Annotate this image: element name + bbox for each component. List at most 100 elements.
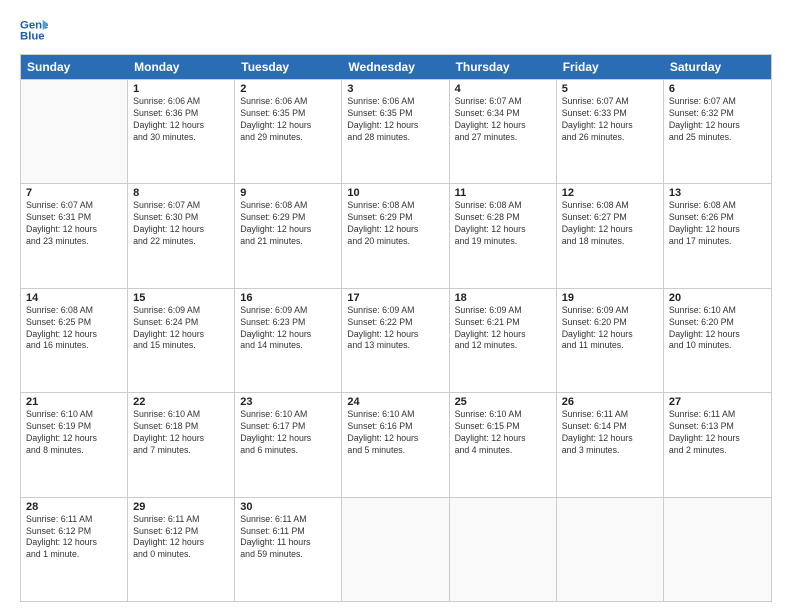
calendar-cell — [664, 498, 771, 601]
cell-info: Sunrise: 6:08 AM Sunset: 6:26 PM Dayligh… — [669, 200, 766, 248]
calendar-cell: 6Sunrise: 6:07 AM Sunset: 6:32 PM Daylig… — [664, 80, 771, 183]
calendar-cell: 4Sunrise: 6:07 AM Sunset: 6:34 PM Daylig… — [450, 80, 557, 183]
cell-info: Sunrise: 6:07 AM Sunset: 6:34 PM Dayligh… — [455, 96, 551, 144]
cell-date: 6 — [669, 83, 766, 95]
cell-date: 28 — [26, 501, 122, 513]
cell-info: Sunrise: 6:09 AM Sunset: 6:21 PM Dayligh… — [455, 305, 551, 353]
calendar-cell — [342, 498, 449, 601]
calendar-cell: 5Sunrise: 6:07 AM Sunset: 6:33 PM Daylig… — [557, 80, 664, 183]
cell-info: Sunrise: 6:10 AM Sunset: 6:20 PM Dayligh… — [669, 305, 766, 353]
calendar-row: 21Sunrise: 6:10 AM Sunset: 6:19 PM Dayli… — [21, 392, 771, 496]
cell-info: Sunrise: 6:07 AM Sunset: 6:31 PM Dayligh… — [26, 200, 122, 248]
calendar-cell: 2Sunrise: 6:06 AM Sunset: 6:35 PM Daylig… — [235, 80, 342, 183]
calendar-cell: 21Sunrise: 6:10 AM Sunset: 6:19 PM Dayli… — [21, 393, 128, 496]
cell-date: 24 — [347, 396, 443, 408]
cell-date: 19 — [562, 292, 658, 304]
logo: General Blue — [20, 16, 48, 44]
calendar-cell: 7Sunrise: 6:07 AM Sunset: 6:31 PM Daylig… — [21, 184, 128, 287]
header-day: Monday — [128, 55, 235, 79]
calendar-cell: 22Sunrise: 6:10 AM Sunset: 6:18 PM Dayli… — [128, 393, 235, 496]
cell-date: 9 — [240, 187, 336, 199]
calendar-cell: 1Sunrise: 6:06 AM Sunset: 6:36 PM Daylig… — [128, 80, 235, 183]
calendar-row: 28Sunrise: 6:11 AM Sunset: 6:12 PM Dayli… — [21, 497, 771, 601]
calendar-cell — [450, 498, 557, 601]
calendar-row: 7Sunrise: 6:07 AM Sunset: 6:31 PM Daylig… — [21, 183, 771, 287]
calendar-cell: 26Sunrise: 6:11 AM Sunset: 6:14 PM Dayli… — [557, 393, 664, 496]
calendar-cell: 3Sunrise: 6:06 AM Sunset: 6:35 PM Daylig… — [342, 80, 449, 183]
cell-date: 17 — [347, 292, 443, 304]
cell-info: Sunrise: 6:11 AM Sunset: 6:12 PM Dayligh… — [133, 514, 229, 562]
calendar-cell: 25Sunrise: 6:10 AM Sunset: 6:15 PM Dayli… — [450, 393, 557, 496]
cell-info: Sunrise: 6:06 AM Sunset: 6:35 PM Dayligh… — [347, 96, 443, 144]
cell-date: 18 — [455, 292, 551, 304]
calendar-header: SundayMondayTuesdayWednesdayThursdayFrid… — [21, 55, 771, 79]
calendar-row: 14Sunrise: 6:08 AM Sunset: 6:25 PM Dayli… — [21, 288, 771, 392]
calendar-cell: 23Sunrise: 6:10 AM Sunset: 6:17 PM Dayli… — [235, 393, 342, 496]
cell-date: 13 — [669, 187, 766, 199]
cell-date: 12 — [562, 187, 658, 199]
cell-info: Sunrise: 6:10 AM Sunset: 6:15 PM Dayligh… — [455, 409, 551, 457]
cell-info: Sunrise: 6:08 AM Sunset: 6:29 PM Dayligh… — [240, 200, 336, 248]
cell-date: 27 — [669, 396, 766, 408]
cell-date: 1 — [133, 83, 229, 95]
calendar-cell: 20Sunrise: 6:10 AM Sunset: 6:20 PM Dayli… — [664, 289, 771, 392]
cell-date: 5 — [562, 83, 658, 95]
cell-info: Sunrise: 6:09 AM Sunset: 6:23 PM Dayligh… — [240, 305, 336, 353]
header-day: Thursday — [450, 55, 557, 79]
cell-date: 16 — [240, 292, 336, 304]
calendar-cell: 24Sunrise: 6:10 AM Sunset: 6:16 PM Dayli… — [342, 393, 449, 496]
calendar-cell: 27Sunrise: 6:11 AM Sunset: 6:13 PM Dayli… — [664, 393, 771, 496]
cell-info: Sunrise: 6:11 AM Sunset: 6:11 PM Dayligh… — [240, 514, 336, 562]
calendar-cell: 18Sunrise: 6:09 AM Sunset: 6:21 PM Dayli… — [450, 289, 557, 392]
cell-date: 15 — [133, 292, 229, 304]
calendar-cell: 13Sunrise: 6:08 AM Sunset: 6:26 PM Dayli… — [664, 184, 771, 287]
cell-date: 10 — [347, 187, 443, 199]
cell-info: Sunrise: 6:11 AM Sunset: 6:12 PM Dayligh… — [26, 514, 122, 562]
cell-info: Sunrise: 6:10 AM Sunset: 6:18 PM Dayligh… — [133, 409, 229, 457]
cell-info: Sunrise: 6:10 AM Sunset: 6:17 PM Dayligh… — [240, 409, 336, 457]
cell-info: Sunrise: 6:06 AM Sunset: 6:36 PM Dayligh… — [133, 96, 229, 144]
cell-info: Sunrise: 6:10 AM Sunset: 6:19 PM Dayligh… — [26, 409, 122, 457]
calendar-cell — [557, 498, 664, 601]
cell-info: Sunrise: 6:08 AM Sunset: 6:28 PM Dayligh… — [455, 200, 551, 248]
cell-date: 3 — [347, 83, 443, 95]
calendar-cell: 30Sunrise: 6:11 AM Sunset: 6:11 PM Dayli… — [235, 498, 342, 601]
header-day: Wednesday — [342, 55, 449, 79]
cell-date: 29 — [133, 501, 229, 513]
cell-date: 23 — [240, 396, 336, 408]
cell-info: Sunrise: 6:11 AM Sunset: 6:13 PM Dayligh… — [669, 409, 766, 457]
calendar-cell: 10Sunrise: 6:08 AM Sunset: 6:29 PM Dayli… — [342, 184, 449, 287]
cell-date: 14 — [26, 292, 122, 304]
cell-info: Sunrise: 6:09 AM Sunset: 6:24 PM Dayligh… — [133, 305, 229, 353]
header-day: Friday — [557, 55, 664, 79]
calendar-body: 1Sunrise: 6:06 AM Sunset: 6:36 PM Daylig… — [21, 79, 771, 601]
calendar-cell: 29Sunrise: 6:11 AM Sunset: 6:12 PM Dayli… — [128, 498, 235, 601]
cell-date: 26 — [562, 396, 658, 408]
cell-date: 22 — [133, 396, 229, 408]
cell-info: Sunrise: 6:07 AM Sunset: 6:32 PM Dayligh… — [669, 96, 766, 144]
calendar-cell: 9Sunrise: 6:08 AM Sunset: 6:29 PM Daylig… — [235, 184, 342, 287]
cell-date: 8 — [133, 187, 229, 199]
calendar-cell: 17Sunrise: 6:09 AM Sunset: 6:22 PM Dayli… — [342, 289, 449, 392]
header-day: Saturday — [664, 55, 771, 79]
cell-info: Sunrise: 6:08 AM Sunset: 6:27 PM Dayligh… — [562, 200, 658, 248]
cell-info: Sunrise: 6:10 AM Sunset: 6:16 PM Dayligh… — [347, 409, 443, 457]
cell-date: 4 — [455, 83, 551, 95]
cell-info: Sunrise: 6:11 AM Sunset: 6:14 PM Dayligh… — [562, 409, 658, 457]
calendar-cell: 19Sunrise: 6:09 AM Sunset: 6:20 PM Dayli… — [557, 289, 664, 392]
cell-date: 20 — [669, 292, 766, 304]
calendar-cell — [21, 80, 128, 183]
cell-date: 7 — [26, 187, 122, 199]
header-day: Sunday — [21, 55, 128, 79]
calendar-cell: 8Sunrise: 6:07 AM Sunset: 6:30 PM Daylig… — [128, 184, 235, 287]
calendar-cell: 11Sunrise: 6:08 AM Sunset: 6:28 PM Dayli… — [450, 184, 557, 287]
header-day: Tuesday — [235, 55, 342, 79]
cell-date: 30 — [240, 501, 336, 513]
cell-info: Sunrise: 6:06 AM Sunset: 6:35 PM Dayligh… — [240, 96, 336, 144]
cell-info: Sunrise: 6:08 AM Sunset: 6:25 PM Dayligh… — [26, 305, 122, 353]
cell-info: Sunrise: 6:09 AM Sunset: 6:22 PM Dayligh… — [347, 305, 443, 353]
cell-date: 25 — [455, 396, 551, 408]
svg-text:Blue: Blue — [20, 31, 45, 43]
cell-date: 21 — [26, 396, 122, 408]
cell-date: 11 — [455, 187, 551, 199]
